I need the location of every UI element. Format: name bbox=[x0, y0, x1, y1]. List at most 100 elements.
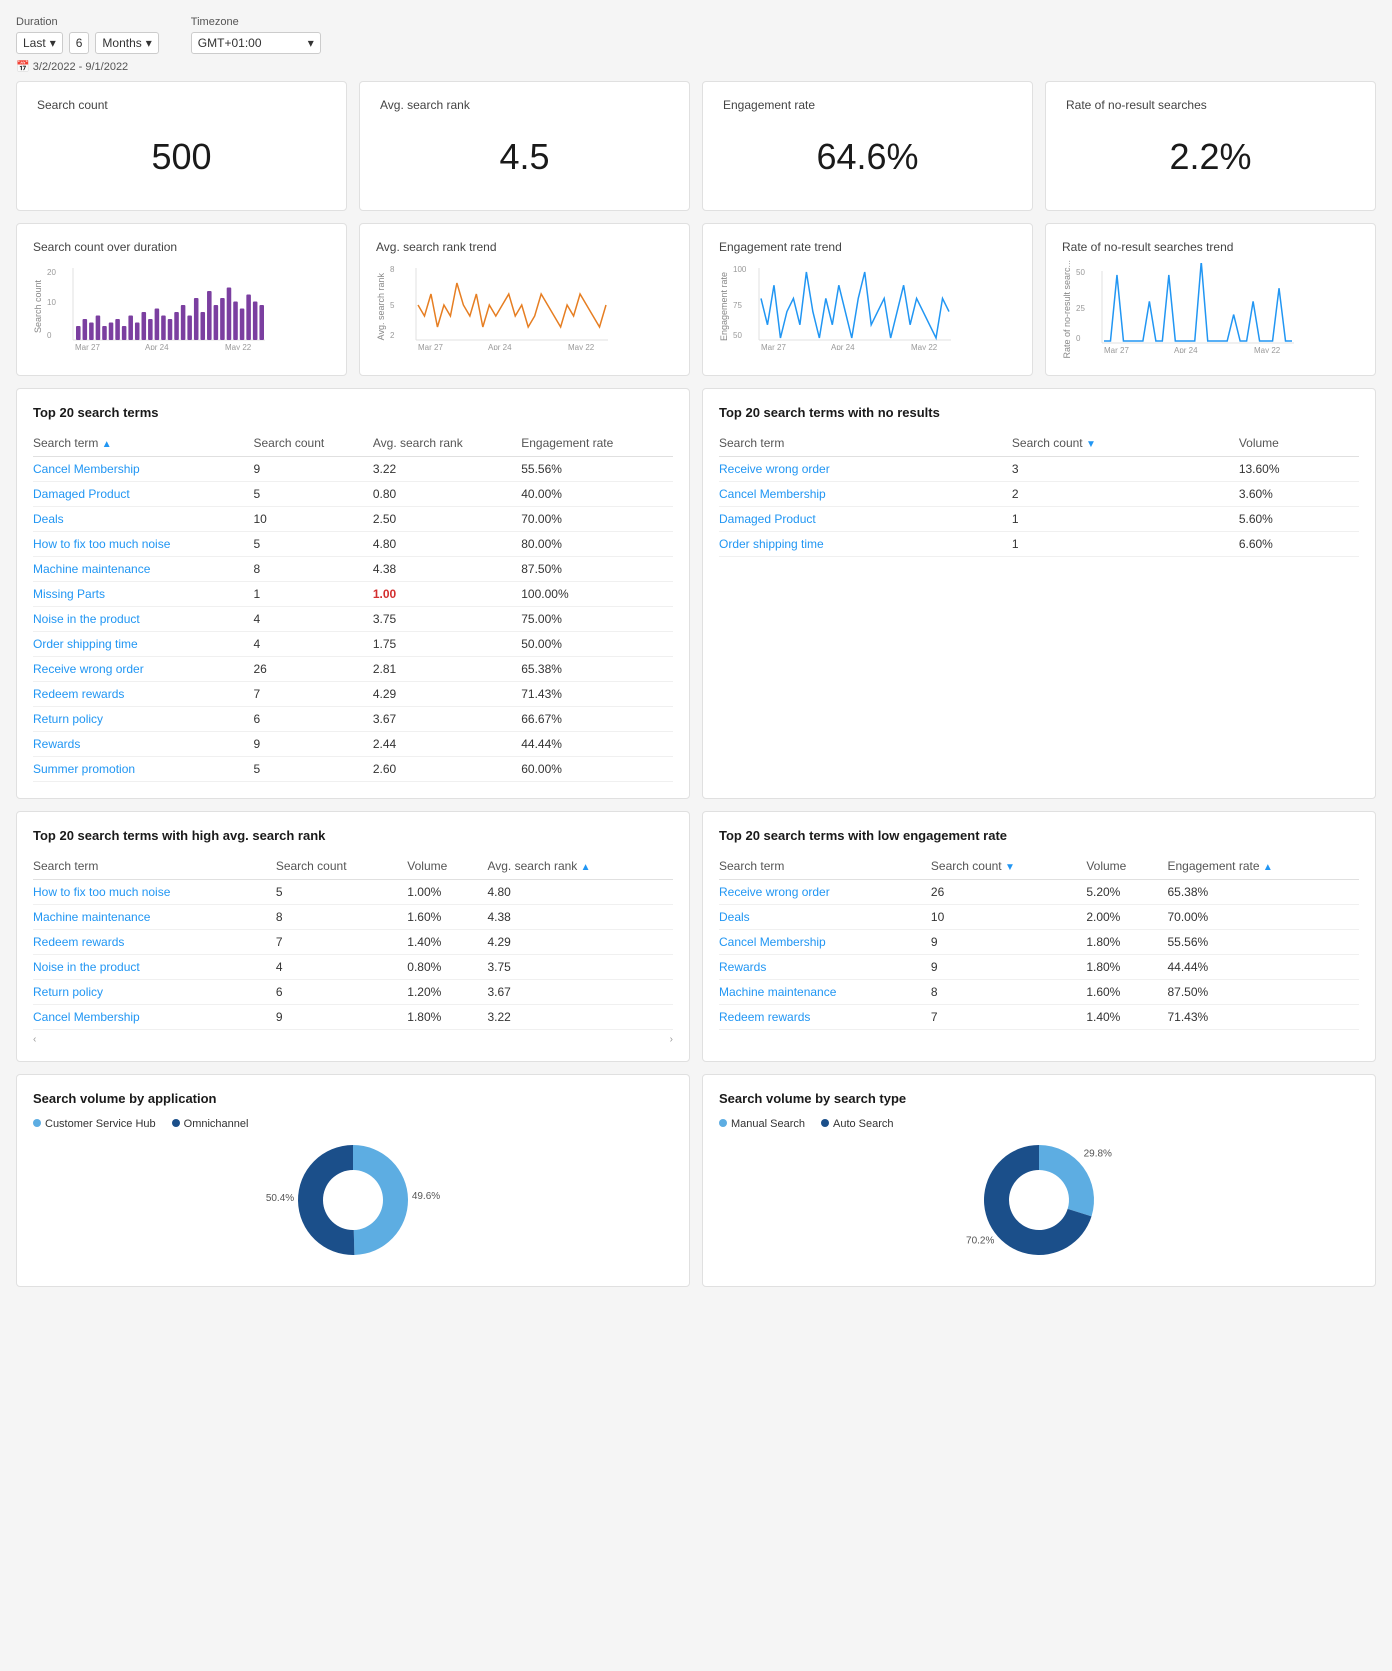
hr-count: 7 bbox=[276, 929, 407, 954]
table-row: Redeem rewards 7 1.40% 71.43% bbox=[719, 1004, 1359, 1029]
hr-term: Redeem rewards bbox=[33, 929, 276, 954]
duration-unit-select[interactable]: Months ▾ bbox=[95, 32, 158, 54]
table-row: How to fix too much noise 5 4.80 80.00% bbox=[33, 531, 673, 556]
table-row: How to fix too much noise 5 1.00% 4.80 bbox=[33, 879, 673, 904]
table-row: Machine maintenance 8 1.60% 4.38 bbox=[33, 904, 673, 929]
term-count: 5 bbox=[254, 531, 373, 556]
metric-card-search_count: Search count 500 bbox=[16, 81, 347, 211]
le-engagement: 55.56% bbox=[1167, 929, 1359, 954]
le-count: 9 bbox=[931, 954, 1086, 979]
table-row: Rewards 9 2.44 44.44% bbox=[33, 731, 673, 756]
scroll-indicator-hr: ‹ › bbox=[33, 1034, 673, 1045]
timezone-label: Timezone bbox=[191, 16, 321, 28]
le-count: 7 bbox=[931, 1004, 1086, 1029]
col-search-term[interactable]: Search term ▲ bbox=[33, 432, 254, 457]
svg-text:20: 20 bbox=[47, 268, 56, 277]
svg-text:50: 50 bbox=[733, 331, 742, 340]
le-term: Cancel Membership bbox=[719, 929, 931, 954]
duration-control: Duration Last ▾ 6 Months ▾ 📅 3/2/2022 - … bbox=[16, 16, 159, 73]
pie-charts-row: Search volume by application Customer Se… bbox=[16, 1074, 1376, 1287]
table-row: Rewards 9 1.80% 44.44% bbox=[719, 954, 1359, 979]
low-engagement-card: Top 20 search terms with low engagement … bbox=[702, 811, 1376, 1062]
le-count: 8 bbox=[931, 979, 1086, 1004]
dashboard: Search count 500 Avg. search rank 4.5 En… bbox=[16, 81, 1376, 1287]
trend-charts-row: Search count over duration Search count … bbox=[16, 223, 1376, 376]
term-name: Cancel Membership bbox=[33, 456, 254, 481]
top20-no-results-title: Top 20 search terms with no results bbox=[719, 405, 1359, 420]
table-row: Deals 10 2.00% 70.00% bbox=[719, 904, 1359, 929]
nr-count: 1 bbox=[1012, 531, 1239, 556]
svg-text:Apr 24: Apr 24 bbox=[831, 343, 855, 350]
duration-label: Duration bbox=[16, 16, 159, 28]
col-eng-le[interactable]: Engagement rate ▲ bbox=[1167, 855, 1359, 880]
col-search-count[interactable]: Search count bbox=[254, 432, 373, 457]
col-vol-hr[interactable]: Volume bbox=[407, 855, 487, 880]
trend-chart-engagement_trend: Engagement rate trend Engagement rate 10… bbox=[702, 223, 1033, 376]
chart-title-engagement_trend: Engagement rate trend bbox=[719, 240, 1016, 254]
le-engagement: 71.43% bbox=[1167, 1004, 1359, 1029]
col-engagement[interactable]: Engagement rate bbox=[521, 432, 673, 457]
nr-volume: 6.60% bbox=[1239, 531, 1359, 556]
term-rank: 4.29 bbox=[373, 681, 521, 706]
col-search-count-nr[interactable]: Search count ▼ bbox=[1012, 432, 1239, 457]
term-count: 6 bbox=[254, 706, 373, 731]
hr-volume: 1.00% bbox=[407, 879, 487, 904]
le-engagement: 87.50% bbox=[1167, 979, 1359, 1004]
hr-count: 9 bbox=[276, 1004, 407, 1029]
top20-search-terms-table: Search term ▲ Search count Avg. search r… bbox=[33, 432, 673, 782]
col-avg-rank[interactable]: Avg. search rank bbox=[373, 432, 521, 457]
pie-by-type-title: Search volume by search type bbox=[719, 1091, 1359, 1106]
term-engagement: 87.50% bbox=[521, 556, 673, 581]
metric-value-no_result_rate: 2.2% bbox=[1066, 120, 1355, 194]
term-name: Receive wrong order bbox=[33, 656, 254, 681]
hr-count: 4 bbox=[276, 954, 407, 979]
nr-count: 2 bbox=[1012, 481, 1239, 506]
term-name: How to fix too much noise bbox=[33, 531, 254, 556]
term-count: 8 bbox=[254, 556, 373, 581]
pie-by-type-card: Search volume by search type Manual Sear… bbox=[702, 1074, 1376, 1287]
le-term: Receive wrong order bbox=[719, 879, 931, 904]
table-row: Missing Parts 1 1.00 100.00% bbox=[33, 581, 673, 606]
term-count: 9 bbox=[254, 731, 373, 756]
nr-volume: 3.60% bbox=[1239, 481, 1359, 506]
le-volume: 1.60% bbox=[1086, 979, 1167, 1004]
metric-value-search_count: 500 bbox=[37, 120, 326, 194]
table-row: Damaged Product 5 0.80 40.00% bbox=[33, 481, 673, 506]
nr-term: Cancel Membership bbox=[719, 481, 1012, 506]
col-term-le[interactable]: Search term bbox=[719, 855, 931, 880]
col-vol-le[interactable]: Volume bbox=[1086, 855, 1167, 880]
y-axis-label-search_count_trend: Search count bbox=[33, 280, 43, 333]
term-engagement: 50.00% bbox=[521, 631, 673, 656]
duration-value-input[interactable]: 6 bbox=[69, 32, 90, 54]
term-count: 10 bbox=[254, 506, 373, 531]
col-term-hr[interactable]: Search term bbox=[33, 855, 276, 880]
svg-text:29.8%: 29.8% bbox=[1084, 1148, 1112, 1159]
table-row: Deals 10 2.50 70.00% bbox=[33, 506, 673, 531]
col-volume-nr[interactable]: Volume bbox=[1239, 432, 1359, 457]
le-volume: 1.80% bbox=[1086, 954, 1167, 979]
chart-svg-avg_rank_trend: 8 5 2 Mar 27 Apr 24 May 22 bbox=[388, 260, 608, 353]
hr-volume: 1.40% bbox=[407, 929, 487, 954]
metric-title-no_result_rate: Rate of no-result searches bbox=[1066, 98, 1355, 112]
col-count-le[interactable]: Search count ▼ bbox=[931, 855, 1086, 880]
table-row: Redeem rewards 7 1.40% 4.29 bbox=[33, 929, 673, 954]
nr-volume: 13.60% bbox=[1239, 456, 1359, 481]
svg-text:Apr 24: Apr 24 bbox=[1174, 346, 1198, 353]
le-engagement: 70.00% bbox=[1167, 904, 1359, 929]
high-rank-card: Top 20 search terms with high avg. searc… bbox=[16, 811, 690, 1062]
timezone-select[interactable]: GMT+01:00 ▾ bbox=[191, 32, 321, 54]
term-name: Rewards bbox=[33, 731, 254, 756]
term-count: 9 bbox=[254, 456, 373, 481]
trend-chart-avg_rank_trend: Avg. search rank trend Avg. search rank … bbox=[359, 223, 690, 376]
duration-prefix-select[interactable]: Last ▾ bbox=[16, 32, 63, 54]
col-count-hr[interactable]: Search count bbox=[276, 855, 407, 880]
col-rank-hr[interactable]: Avg. search rank ▲ bbox=[487, 855, 673, 880]
top20-no-results-card: Top 20 search terms with no results Sear… bbox=[702, 388, 1376, 799]
svg-text:75: 75 bbox=[733, 301, 742, 310]
term-rank: 4.38 bbox=[373, 556, 521, 581]
y-axis-label-no_result_trend: Rate of no-result searc... bbox=[1062, 260, 1072, 359]
low-engagement-title: Top 20 search terms with low engagement … bbox=[719, 828, 1359, 843]
nr-term: Order shipping time bbox=[719, 531, 1012, 556]
term-name: Machine maintenance bbox=[33, 556, 254, 581]
col-search-term-nr[interactable]: Search term bbox=[719, 432, 1012, 457]
